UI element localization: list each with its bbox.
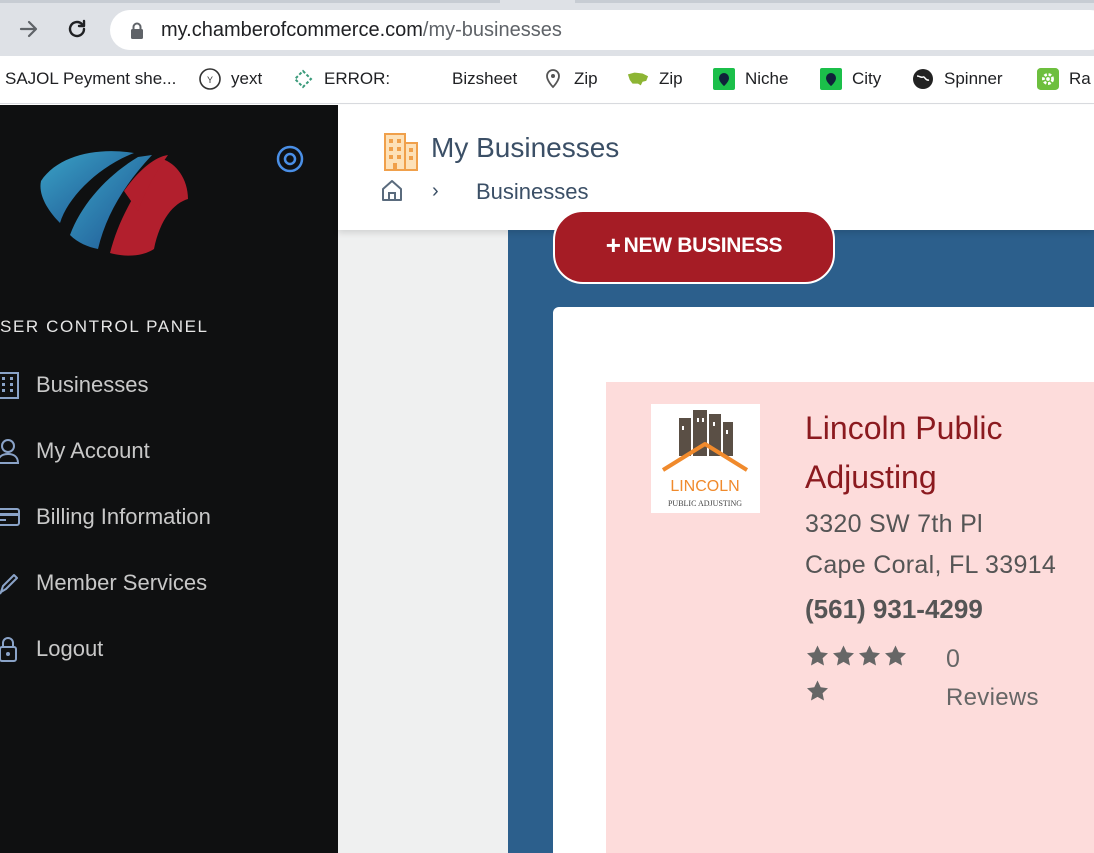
reviews-count[interactable]: 0	[946, 645, 960, 674]
sidebar-item-businesses[interactable]: Businesses	[0, 365, 338, 405]
niche-icon	[713, 68, 735, 90]
lock-icon	[0, 634, 22, 664]
bookmark-label: SAJOL Peyment she...	[5, 69, 177, 88]
bookmark-zip[interactable]: Zip	[542, 66, 598, 92]
bookmark-label: ERROR:	[324, 69, 391, 88]
tab-strip	[575, 0, 1094, 3]
bookmark-sajol[interactable]: SAJOL Peyment she...	[5, 66, 176, 92]
new-business-button[interactable]: + NEW BUSINESS	[553, 210, 835, 284]
bookmark-label: Spinner	[944, 69, 1003, 88]
bookmark-city[interactable]: City	[820, 66, 881, 92]
gear-icon	[1037, 68, 1059, 90]
browser-toolbar: my.chamberofcommerce.com/my-businesses	[0, 0, 1094, 56]
address-bar[interactable]: my.chamberofcommerce.com/my-businesses	[110, 10, 1094, 50]
sidebar-item-label: Businesses	[36, 372, 149, 397]
bookmark-ra[interactable]: Ra	[1037, 66, 1091, 92]
sidebar-item-label: Logout	[36, 636, 104, 661]
bookmark-error[interactable]: ERROR:	[292, 66, 390, 92]
panel-title: SER CONTROL PANEL	[0, 317, 209, 336]
home-icon[interactable]	[380, 178, 404, 207]
breadcrumb-current[interactable]: Businesses	[476, 179, 589, 205]
bookmark-label: yext	[231, 69, 263, 88]
plus-icon: +	[605, 230, 621, 260]
bookmark-label: Zip	[659, 69, 683, 88]
bookmark-niche[interactable]: Niche	[713, 66, 788, 92]
star-icon	[883, 644, 908, 668]
credit-card-icon	[0, 502, 22, 532]
reviews-label[interactable]: Reviews	[946, 684, 1039, 712]
bookmark-label: Bizsheet	[452, 69, 518, 88]
pen-icon	[0, 568, 22, 598]
reload-icon[interactable]	[62, 14, 92, 44]
lock-icon[interactable]	[130, 22, 144, 44]
city-icon	[820, 68, 842, 90]
puzzle-icon	[292, 68, 314, 90]
sidebar-item-logout[interactable]: Logout	[0, 629, 338, 669]
url-text[interactable]: my.chamberofcommerce.com/my-businesses	[161, 19, 562, 42]
target-icon[interactable]	[276, 145, 304, 178]
address-line-1: 3320 SW 7th Pl	[805, 510, 983, 538]
star-icon	[831, 644, 856, 668]
page-title: My Businesses	[431, 132, 620, 163]
tab-strip	[0, 0, 500, 3]
bookmark-label: Zip	[574, 69, 598, 88]
bookmark-label: Niche	[745, 69, 789, 88]
sidebar-item-label: My Account	[36, 438, 150, 463]
svg-text:Y: Y	[207, 75, 213, 85]
logo-subtext: PUBLIC ADJUSTING	[668, 499, 742, 508]
phone-number[interactable]: (561) 931-4299	[805, 594, 983, 625]
business-name[interactable]: Lincoln Public Adjusting	[805, 404, 1085, 502]
bookmarks-bar: SAJOL Peyment she... Y yext ERROR: Bizsh…	[0, 56, 1094, 104]
star-icon	[805, 679, 830, 703]
sidebar-item-label: Member Services	[36, 570, 208, 595]
star-icon	[857, 644, 882, 668]
building-icon	[0, 370, 22, 400]
address-line-2: Cape Coral, FL 33914	[805, 551, 1057, 579]
bookmark-bizsheet[interactable]: Bizsheet	[452, 66, 517, 92]
yext-icon: Y	[199, 68, 221, 90]
bookmark-yext[interactable]: Y yext	[199, 66, 262, 92]
usa-map-icon	[627, 68, 649, 90]
map-pin-icon	[542, 68, 564, 90]
bookmark-spinner[interactable]: Spinner	[912, 66, 1003, 92]
new-business-label: NEW BUSINESS	[623, 234, 783, 257]
business-logo[interactable]: LINCOLN PUBLIC ADJUSTING	[651, 404, 760, 513]
logo[interactable]	[38, 149, 190, 266]
forward-icon[interactable]	[14, 14, 44, 44]
rating-stars	[805, 644, 915, 708]
sidebar-item-member-services[interactable]: Member Services	[0, 563, 338, 603]
user-icon	[0, 436, 22, 466]
sidebar-item-billing[interactable]: Billing Information	[0, 497, 338, 537]
breadcrumb-separator: ›	[432, 180, 439, 202]
bookmark-label: Ra	[1069, 69, 1091, 88]
star-icon	[805, 644, 830, 668]
logo-wordmark: LINCOLN	[670, 478, 739, 495]
globe-icon	[912, 68, 934, 90]
building-icon	[384, 133, 418, 176]
sidebar: SER CONTROL PANEL Businesses My Account …	[0, 105, 338, 853]
sidebar-item-my-account[interactable]: My Account	[0, 431, 338, 471]
sidebar-item-label: Billing Information	[36, 504, 211, 529]
bookmark-label: City	[852, 69, 882, 88]
bookmark-zip-2[interactable]: Zip	[627, 66, 683, 92]
